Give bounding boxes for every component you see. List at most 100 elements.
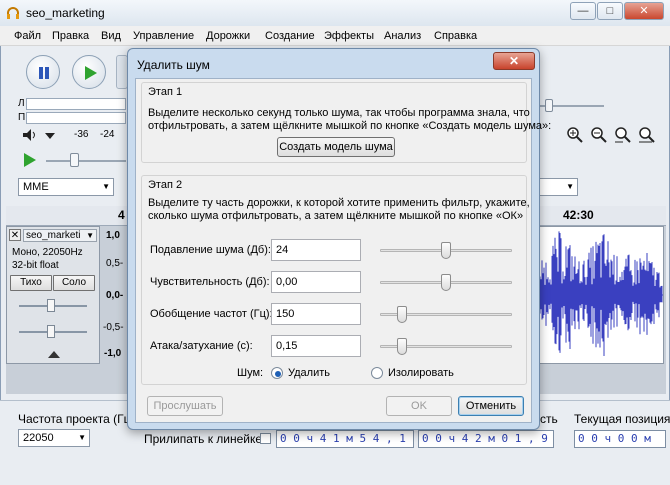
- project-rate-label: Частота проекта (Гц):: [18, 412, 138, 426]
- step1-title: Этап 1: [148, 86, 183, 98]
- speed-slider-track: [46, 160, 126, 162]
- track-solo-button[interactable]: Соло: [53, 275, 95, 291]
- maximize-button[interactable]: □: [597, 2, 623, 20]
- track-scale-upper: 0,5-: [106, 258, 124, 269]
- param-row-attack-decay: Атака/затухание (с): 0,15: [136, 335, 533, 359]
- track-scale-top: 1,0: [106, 230, 120, 241]
- menu-tracks[interactable]: Дорожки: [206, 30, 250, 42]
- dialog-title: Удалить шум: [137, 58, 210, 72]
- snap-to-checkbox[interactable]: [260, 433, 271, 444]
- noise-isolate-radio[interactable]: [371, 367, 383, 379]
- track-name: seo_marketi: [26, 230, 81, 241]
- audio-host-value: MME: [23, 181, 49, 193]
- menu-edit[interactable]: Правка: [52, 30, 89, 42]
- ruler-mark-left: 4: [118, 208, 125, 222]
- meter-left: [26, 98, 126, 110]
- track-scale-zero: 0,0-: [106, 290, 124, 301]
- noise-removal-dialog: Удалить шум ✕ Этап 1 Выделите несколько …: [127, 48, 551, 430]
- selection-length-label-partial: сть: [540, 412, 558, 426]
- meter-right: [26, 112, 126, 124]
- track-info-format: 32-bit float: [12, 260, 59, 271]
- menu-view[interactable]: Вид: [101, 30, 121, 42]
- attack-decay-slider-thumb[interactable]: [397, 338, 408, 355]
- chevron-down-icon[interactable]: [44, 132, 56, 140]
- param-row-noise-reduction: Подавление шума (Дб): 24: [136, 239, 533, 263]
- noise-remove-radio[interactable]: [271, 367, 283, 379]
- audio-position-label: Текущая позиция: [574, 412, 670, 426]
- step2-title: Этап 2: [148, 179, 183, 191]
- noise-mode-label: Шум:: [237, 367, 264, 379]
- minimize-button[interactable]: —: [570, 2, 596, 20]
- meter-scale-36: -36: [74, 129, 89, 140]
- headphones-icon: [7, 7, 19, 19]
- menu-transport[interactable]: Управление: [133, 30, 194, 42]
- step2-text-line2: сколько шума отфильтровать, а затем щёлк…: [148, 210, 524, 222]
- project-rate-value: 22050: [23, 432, 54, 444]
- input-channels-select[interactable]: ▼: [538, 178, 578, 196]
- menu-effects[interactable]: Эффекты: [324, 30, 374, 42]
- play-icon: [85, 66, 97, 80]
- menu-file[interactable]: Файл: [14, 30, 41, 42]
- chevron-down-icon: ▼: [86, 231, 94, 240]
- step1-text-line2: отфильтровать, а затем щёлкните мышкой п…: [148, 120, 552, 132]
- menu-bar: Файл Правка Вид Управление Дорожки Созда…: [0, 26, 670, 46]
- cancel-button[interactable]: Отменить: [458, 396, 524, 416]
- step1-text-line1: Выделите несколько секунд только шума, т…: [148, 107, 530, 119]
- chevron-down-icon: ▼: [566, 182, 574, 191]
- menu-generate[interactable]: Создание: [265, 30, 315, 42]
- noise-remove-label[interactable]: Удалить: [288, 367, 330, 379]
- project-rate-select[interactable]: 22050 ▼: [18, 429, 90, 447]
- track-scale-lower: -0,5-: [103, 322, 124, 333]
- meter-left-label: Л: [18, 98, 25, 109]
- title-bar: seo_marketing — □ ✕: [0, 0, 670, 26]
- play-at-speed-icon[interactable]: [22, 152, 38, 168]
- track-scale-bottom: -1,0: [104, 348, 122, 359]
- menu-help[interactable]: Справка: [434, 30, 477, 42]
- zoom-out-icon[interactable]: [590, 126, 608, 144]
- frequency-smoothing-label: Обобщение частот (Гц):: [150, 308, 273, 320]
- track-info-rate: Моно, 22050Hz: [12, 247, 83, 258]
- noise-reduction-input[interactable]: 24: [271, 239, 361, 261]
- param-row-sensitivity: Чувствительность (Дб): 0,00: [136, 271, 533, 295]
- pause-button[interactable]: [26, 55, 60, 89]
- chevron-down-icon: ▼: [78, 433, 86, 442]
- menu-analyze[interactable]: Анализ: [384, 30, 421, 42]
- preview-button[interactable]: Прослушать: [147, 396, 223, 416]
- collapse-track-icon[interactable]: [47, 349, 61, 359]
- track-control-panel: ✕ seo_marketi ▼ Моно, 22050Hz 32-bit flo…: [6, 226, 100, 364]
- track-gain-thumb[interactable]: [47, 299, 55, 312]
- speaker-icon[interactable]: [22, 128, 38, 142]
- noise-isolate-label[interactable]: Изолировать: [388, 367, 454, 379]
- ruler-mark-time: 42:30: [563, 208, 594, 222]
- ok-button[interactable]: OK: [386, 396, 452, 416]
- audio-position-time[interactable]: 0 0 ч 0 0 м: [574, 430, 666, 448]
- fit-selection-icon[interactable]: [614, 126, 632, 144]
- close-button[interactable]: ✕: [624, 2, 664, 20]
- chevron-down-icon: ▼: [102, 182, 110, 191]
- meter-right-label: П: [18, 112, 26, 123]
- volume-slider-thumb[interactable]: [545, 99, 553, 112]
- track-name-menu[interactable]: seo_marketi ▼: [23, 229, 97, 242]
- pause-icon: [39, 67, 49, 79]
- selection-start-time[interactable]: 0 0 ч 4 1 м 5 4 , 1 8 0 с: [276, 430, 414, 448]
- play-button[interactable]: [72, 55, 106, 89]
- sensitivity-input[interactable]: 0,00: [271, 271, 361, 293]
- frequency-smoothing-slider-thumb[interactable]: [397, 306, 408, 323]
- meter-scale-24: -24: [100, 129, 115, 140]
- fit-project-icon[interactable]: [638, 126, 656, 144]
- dialog-close-button[interactable]: ✕: [493, 52, 535, 70]
- track-mute-button[interactable]: Тихо: [10, 275, 52, 291]
- noise-reduction-slider-thumb[interactable]: [441, 242, 451, 259]
- track-pan-thumb[interactable]: [47, 325, 55, 338]
- attack-decay-label: Атака/затухание (с):: [150, 340, 253, 352]
- step2-text-line1: Выделите ту часть дорожки, к которой хот…: [148, 197, 530, 209]
- track-close-button[interactable]: ✕: [9, 229, 21, 241]
- selection-end-time[interactable]: 0 0 ч 4 2 м 0 1 , 9 8 7 с: [418, 430, 554, 448]
- speed-slider-thumb[interactable]: [70, 153, 79, 167]
- zoom-in-icon[interactable]: [566, 126, 584, 144]
- attack-decay-input[interactable]: 0,15: [271, 335, 361, 357]
- audio-host-select[interactable]: MME ▼: [18, 178, 114, 196]
- frequency-smoothing-input[interactable]: 150: [271, 303, 361, 325]
- sensitivity-slider-thumb[interactable]: [441, 274, 451, 291]
- get-noise-profile-button[interactable]: Создать модель шума: [277, 137, 395, 157]
